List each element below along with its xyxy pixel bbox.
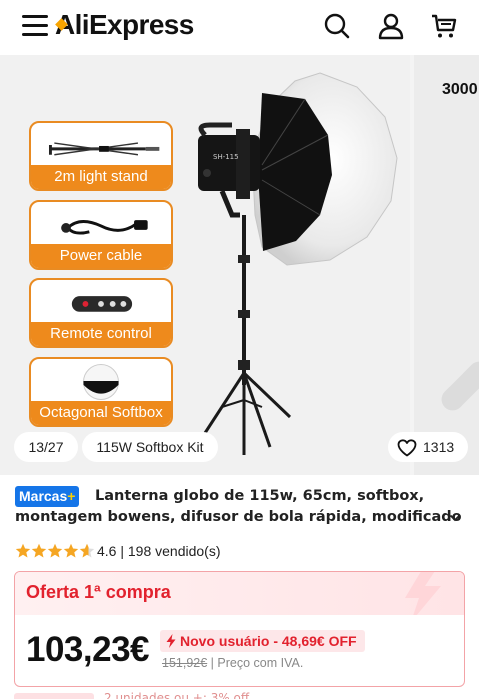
accessory-card-power-cable: Power cable bbox=[29, 200, 173, 270]
cart-icon[interactable] bbox=[430, 12, 458, 40]
chevron-down-icon[interactable] bbox=[449, 513, 461, 523]
remote-control-peek bbox=[441, 361, 479, 411]
remote-control-icon bbox=[71, 296, 133, 312]
rating-and-sold: 4.6 | 198 vendido(s) bbox=[97, 543, 221, 559]
bulk-discount-tag bbox=[14, 693, 94, 699]
accessory-card-remote: Remote control bbox=[29, 278, 173, 348]
accessory-label: Octagonal Softbox bbox=[31, 401, 171, 425]
top-header: AliExpress bbox=[0, 0, 479, 55]
new-user-discount-badge: Novo usuário - 48,69€ OFF bbox=[160, 630, 365, 652]
softbox-icon bbox=[83, 363, 119, 400]
offer-header: Oferta 1ª compra bbox=[15, 572, 464, 615]
light-stand-icon bbox=[48, 142, 160, 156]
bulk-discount-text: 2 unidades ou +: 3% off bbox=[104, 691, 250, 699]
accessory-label: Power cable bbox=[31, 244, 171, 268]
accessory-label: 2m light stand bbox=[31, 165, 171, 189]
image-counter: 13/27 bbox=[14, 432, 78, 462]
power-cable-icon bbox=[61, 220, 148, 235]
likes-count: 1313 bbox=[423, 439, 455, 455]
svg-text:SH-115: SH-115 bbox=[213, 153, 239, 161]
original-price-note: 151,92€ | Preço com IVA. bbox=[162, 656, 304, 670]
current-price: 103,23€ bbox=[26, 630, 150, 669]
product-title[interactable]: Lanterna globo de 115w, 65cm, softbox, m… bbox=[15, 486, 475, 528]
brand-badge: Marcas+ bbox=[15, 486, 80, 507]
gallery-slide-next[interactable]: 3000 bbox=[414, 55, 479, 475]
heart-icon bbox=[397, 439, 417, 457]
product-gallery[interactable]: SH-115 2m light stand Power cable Remote… bbox=[0, 55, 479, 475]
accessory-card-light-stand: 2m light stand bbox=[29, 121, 173, 191]
variant-label[interactable]: 115W Softbox Kit bbox=[82, 432, 218, 462]
accessory-label: Remote control bbox=[31, 322, 171, 346]
search-icon[interactable] bbox=[323, 12, 351, 40]
wishlist-button[interactable]: 1313 bbox=[388, 432, 468, 462]
gallery-slide-main[interactable]: SH-115 2m light stand Power cable Remote… bbox=[0, 55, 410, 475]
offer-title: Oferta 1ª compra bbox=[26, 582, 171, 602]
hamburger-menu-icon[interactable] bbox=[22, 15, 48, 37]
star-rating-icon bbox=[15, 543, 95, 558]
lightning-icon bbox=[166, 634, 176, 648]
user-icon[interactable] bbox=[377, 12, 405, 40]
accessory-card-softbox: Octagonal Softbox bbox=[29, 357, 173, 427]
first-order-offer[interactable]: Oferta 1ª compra 103,23€ Novo usuário - … bbox=[14, 571, 465, 687]
aliexpress-logo[interactable]: AliExpress bbox=[55, 9, 194, 41]
lightning-decoration-icon bbox=[405, 572, 441, 615]
